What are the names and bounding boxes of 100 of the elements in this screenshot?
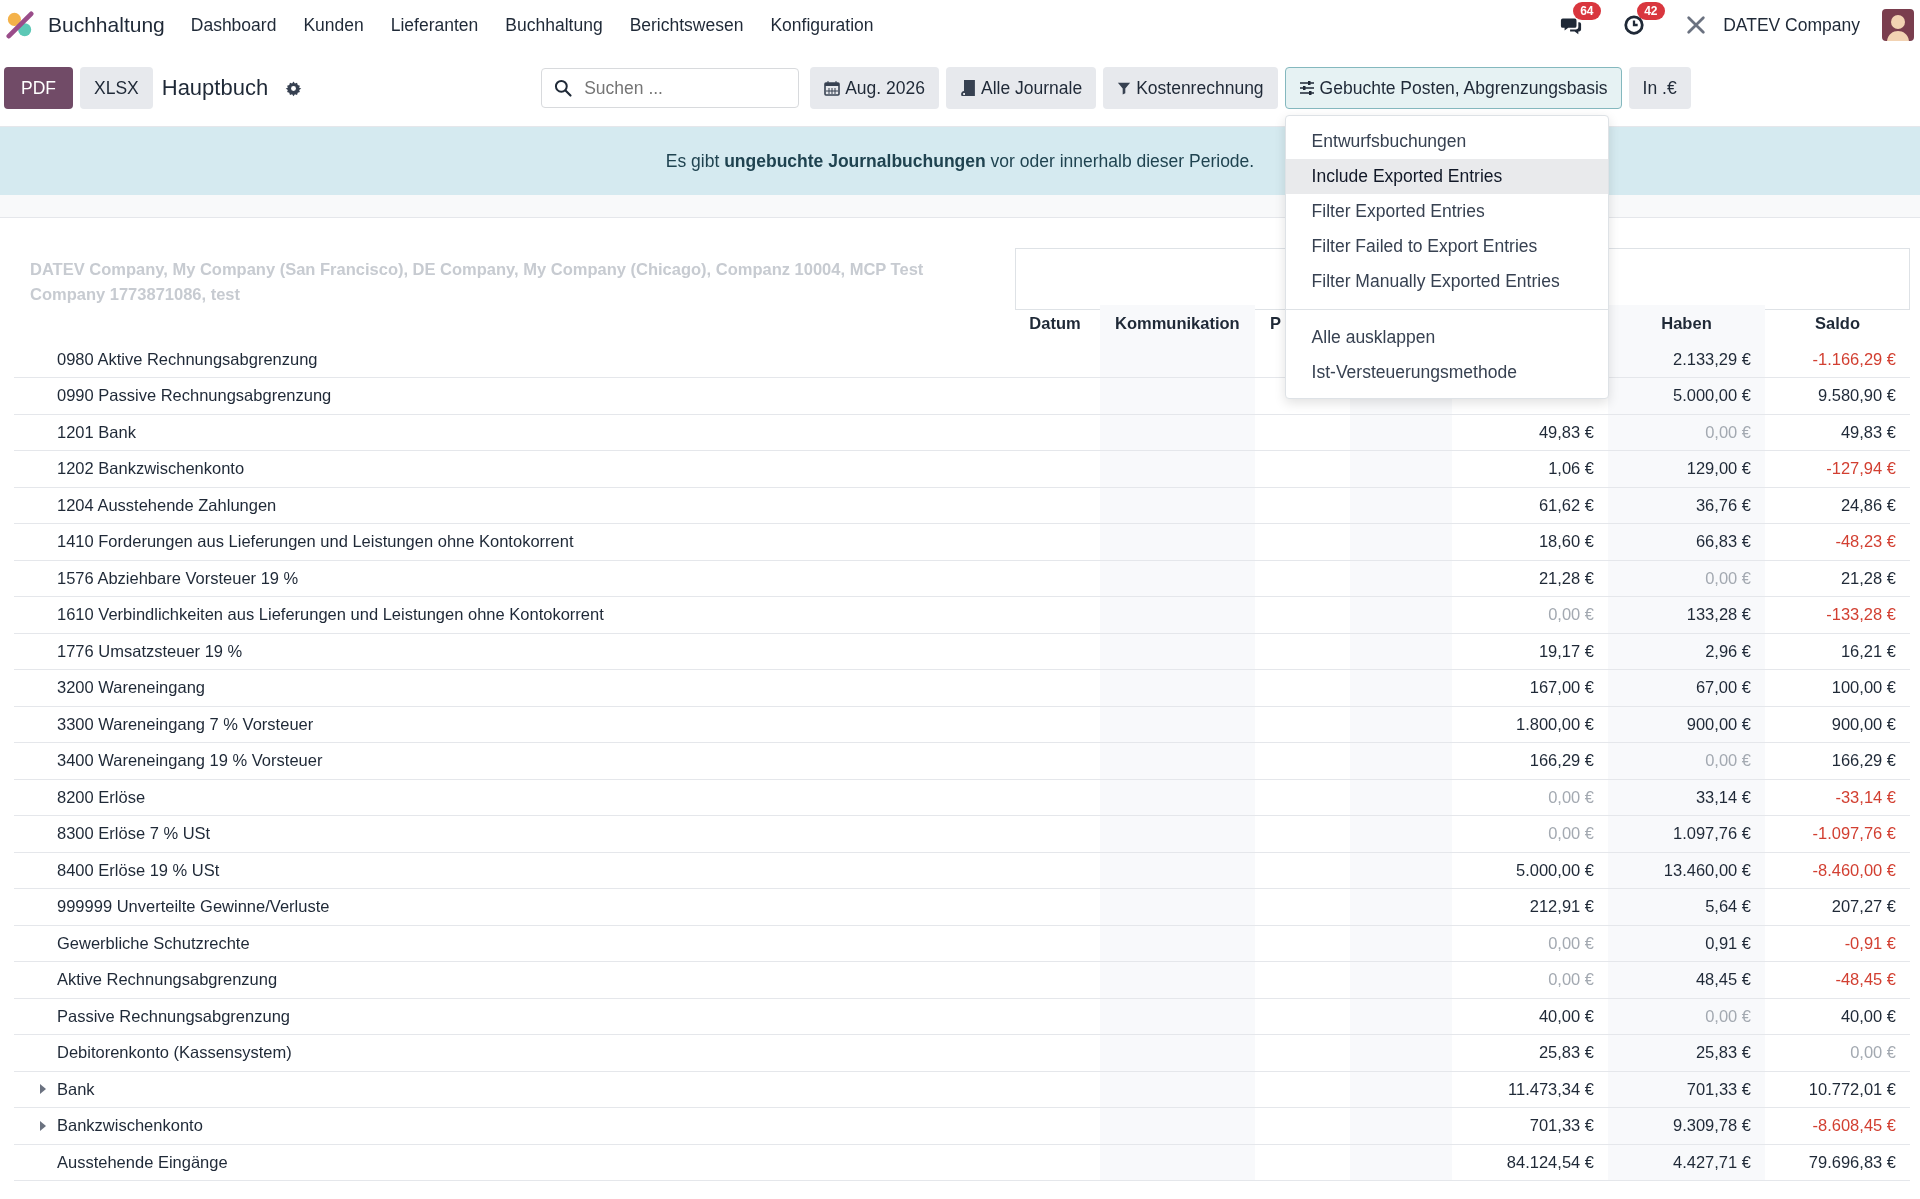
amount-cell: 11.473,34 € [1508,1079,1594,1099]
search-field[interactable]: Suchen ... [541,68,800,108]
activity-count-badge: 42 [1637,2,1665,20]
account-name[interactable]: 3400 Wareneingang 19 % Vorsteuer [57,751,323,771]
account-name[interactable]: 1776 Umsatzsteuer 19 % [57,641,243,661]
dropdown-item[interactable]: Ist-Versteuerungsmethode [1285,355,1608,390]
amount-cell: 1.800,00 € [1516,714,1594,734]
unposted-entries-notice: Es gibt ungebuchte Journalbuchungen vor oder innerhalb dieser Periode. [665,150,1255,172]
amount-cell: 100,00 € [1831,678,1896,698]
filter-button[interactable]: Kostenrechnung [1103,67,1278,109]
amount-cell: 21,28 € [1538,568,1594,588]
amount-cell: 212,91 € [1529,897,1594,917]
amount-cell: 5.000,00 € [1608,378,1765,415]
companies-text: DATEV Company, My Company (San Francisco), DE Company, My Company (Chicago), Companz 10004, MCP Test Company 1773871086, test [29,259,925,305]
account-name[interactable]: 3300 Wareneingang 7 % Vorsteuer [57,714,314,734]
amount-cell: 24,86 € [1840,495,1896,515]
company-name[interactable]: DATEV Company [1723,14,1860,36]
amount-cell: 900,00 € [1831,714,1896,734]
column-header: P [1270,313,1281,333]
amount-cell: 61,62 € [1538,495,1594,515]
column-header: Kommunikation [1100,305,1255,342]
account-name[interactable]: Bank [57,1079,95,1099]
amount-cell: 166,29 € [1529,751,1594,771]
amount-cell: 0,00 € [1608,743,1765,780]
amount-cell: 701,33 € [1529,1116,1594,1136]
dropdown-item[interactable]: Entwurfsbuchungen [1285,124,1608,159]
amount-cell: 25,83 € [1538,1043,1594,1063]
account-name[interactable]: 8200 Erlöse [57,787,146,807]
dropdown-item[interactable]: Filter Failed to Export Entries [1285,229,1608,264]
amount-cell: 701,33 € [1608,1071,1765,1108]
app-name[interactable]: Buchhaltung [48,13,165,37]
amount-cell: 49,83 € [1538,422,1594,442]
account-name[interactable]: 1204 Ausstehende Zahlungen [57,495,277,515]
account-name[interactable]: 1610 Verbindlichkeiten aus Lieferungen und Leistungen ohne Kontokorrent [57,605,604,625]
menu-item[interactable]: Kunden [303,14,364,36]
account-name[interactable]: 8300 Erlöse 7 % USt [57,824,211,844]
account-name[interactable]: Gewerbliche Schutzrechte [57,933,250,953]
amount-cell: -8.460,00 € [1812,860,1896,880]
amount-cell: 40,00 € [1538,1006,1594,1026]
amount-cell: 0,00 € [1548,824,1594,844]
amount-cell: 49,83 € [1840,422,1896,442]
filter-button[interactable]: Alle Journale [945,67,1097,109]
amount-cell: -8.608,45 € [1812,1116,1896,1136]
account-name[interactable]: 8400 Erlöse 19 % USt [57,860,220,880]
menu-item[interactable]: Buchhaltung [505,14,603,36]
amount-cell: 79.696,83 € [1808,1152,1896,1172]
amount-cell: 48,45 € [1608,962,1765,999]
amount-cell: 1,06 € [1548,459,1594,479]
menu-item[interactable]: Lieferanten [390,14,479,36]
amount-cell: 5.000,00 € [1516,860,1594,880]
amount-cell: 10.772,01 € [1808,1079,1896,1099]
amount-cell: -48,45 € [1835,970,1896,990]
dropdown-item[interactable]: Filter Manually Exported Entries [1285,264,1608,299]
amount-cell: -1.166,29 € [1812,349,1896,369]
amount-cell: -1.097,76 € [1812,824,1896,844]
account-name[interactable]: 0980 Aktive Rechnungsabgrenzung [57,349,318,369]
account-name[interactable]: 1201 Bank [57,422,136,442]
amount-cell: 13.460,00 € [1608,852,1765,889]
amount-cell: 9.309,78 € [1608,1108,1765,1145]
filter-button[interactable]: In .€ [1628,67,1691,109]
menu-item[interactable]: Konfiguration [770,14,874,36]
amount-cell: 40,00 € [1840,1006,1896,1026]
column-header: Datum [1029,313,1081,333]
amount-cell: 0,00 € [1608,414,1765,451]
amount-cell: -133,28 € [1826,605,1896,625]
amount-cell: 0,00 € [1548,787,1594,807]
dropdown-item[interactable]: Filter Exported Entries [1285,194,1608,229]
account-name[interactable]: 1202 Bankzwischenkonto [57,459,245,479]
account-name[interactable]: Passive Rechnungsabgrenzung [57,1006,290,1026]
amount-cell: 36,76 € [1608,487,1765,524]
pdf-button[interactable]: PDF [4,67,73,109]
amount-cell: 133,28 € [1608,597,1765,634]
amount-cell: 0,00 € [1548,605,1594,625]
amount-cell: 0,00 € [1850,1043,1896,1063]
dropdown-item[interactable]: Alle ausklappen [1285,320,1608,355]
filter-button[interactable]: Gebuchte Posten, Abgrenzungsbasis [1284,67,1622,109]
account-name[interactable]: Bankzwischenkonto [57,1116,203,1136]
amount-cell: -48,23 € [1835,532,1896,552]
account-name[interactable]: 1410 Forderungen aus Lieferungen und Leistungen ohne Kontokorrent [57,532,574,552]
account-name[interactable]: 999999 Unverteilte Gewinne/Verluste [57,897,330,917]
account-name[interactable]: Debitorenkonto (Kassensystem) [57,1043,292,1063]
export-button[interactable]: XLSX [80,67,153,109]
account-name[interactable]: 3200 Wareneingang [57,678,205,698]
menu-item[interactable]: Dashboard [190,14,277,36]
column-header: Haben [1608,305,1765,342]
account-name[interactable]: Aktive Rechnungsabgrenzung [57,970,278,990]
account-name[interactable]: 1576 Abziehbare Vorsteuer 19 % [57,568,299,588]
filter-button[interactable]: Aug. 2026 [810,67,939,109]
amount-cell: 167,00 € [1529,678,1594,698]
column-header: Saldo [1815,313,1860,333]
amount-cell: 66,83 € [1608,524,1765,561]
account-name[interactable]: 0990 Passive Rechnungsabgrenzung [57,386,332,406]
menu-item[interactable]: Berichtswesen [629,14,744,36]
amount-cell: 25,83 € [1608,1035,1765,1072]
amount-cell: 21,28 € [1840,568,1896,588]
account-name[interactable]: Ausstehende Eingänge [57,1152,228,1172]
dropdown-item[interactable]: Include Exported Entries [1285,159,1608,194]
amount-cell: 67,00 € [1608,670,1765,707]
amount-cell: 0,00 € [1548,933,1594,953]
amount-cell: 5,64 € [1608,889,1765,926]
